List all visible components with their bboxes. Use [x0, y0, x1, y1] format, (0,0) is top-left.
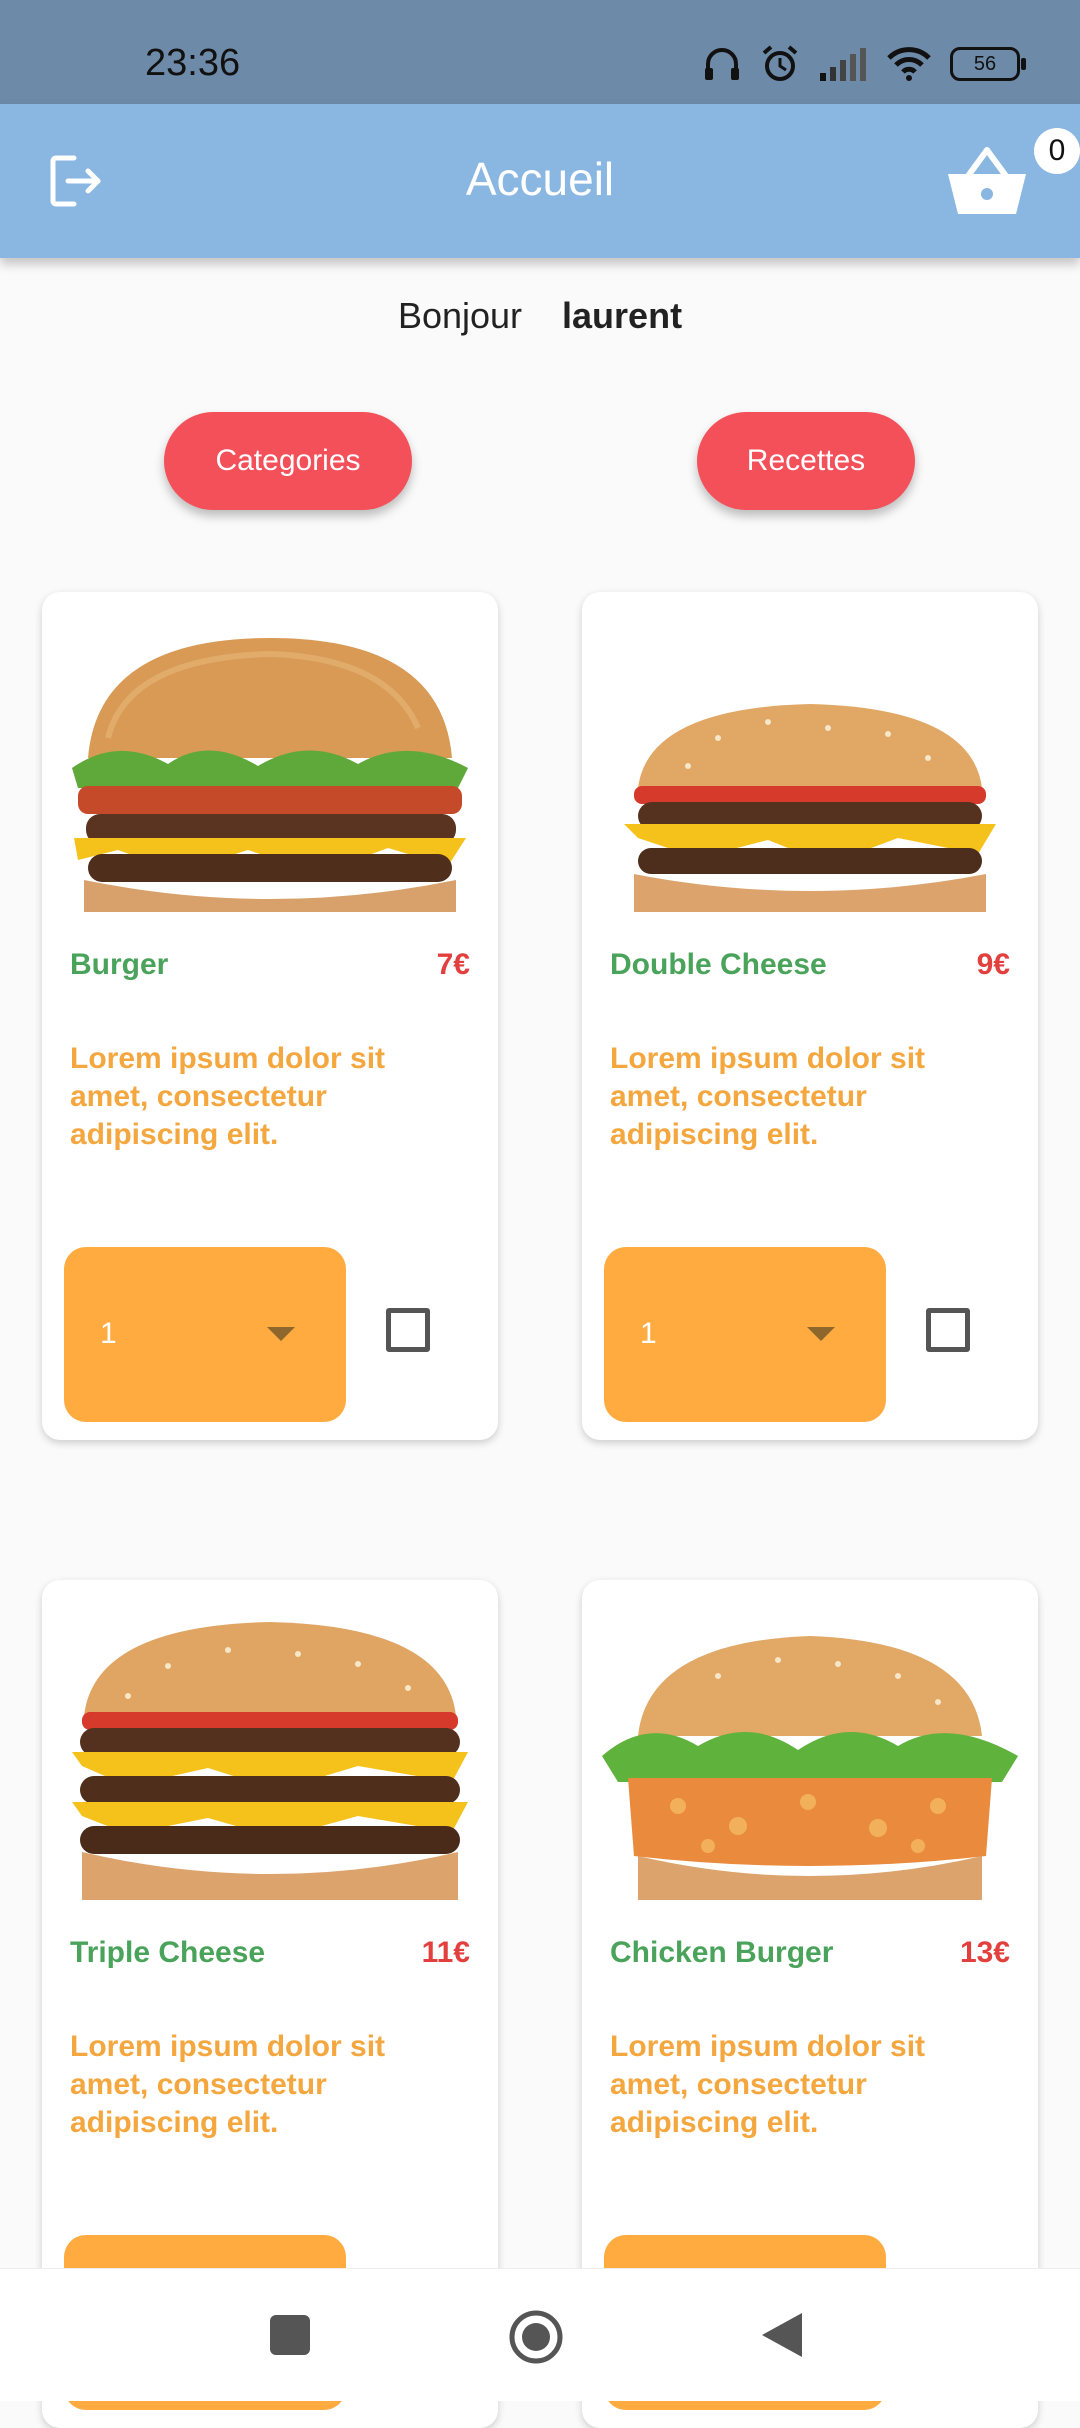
- product-name: Double Cheese: [610, 948, 827, 981]
- product-description: Lorem ipsum dolor sit amet, consectetur …: [610, 1042, 926, 1151]
- chicken-burger-image: [602, 1636, 1018, 1900]
- status-time: 23:36: [145, 42, 241, 84]
- product-price: 9€: [976, 948, 1010, 981]
- quantity-dropdown[interactable]: 1: [64, 1247, 346, 1422]
- status-bar: 23:36 56: [0, 0, 1080, 104]
- add-to-cart-checkbox[interactable]: [926, 1308, 970, 1352]
- product-description: Lorem ipsum dolor sit amet, consectetur …: [610, 2030, 926, 2139]
- basket-icon[interactable]: [946, 144, 1028, 218]
- product-name: Burger: [70, 948, 169, 981]
- product-card: Burger 7€ Lorem ipsum dolor sit amet, co…: [42, 592, 498, 1440]
- greeting: Bonjour laurent: [0, 295, 1080, 337]
- greeting-hello: Bonjour: [397, 295, 523, 336]
- product-name: Chicken Burger: [610, 1936, 834, 1969]
- recents-button[interactable]: [270, 2315, 310, 2355]
- quantity-dropdown[interactable]: 1: [604, 1247, 886, 1422]
- alarm-icon: [762, 45, 798, 81]
- product-description: Lorem ipsum dolor sit amet, consectetur …: [70, 1042, 386, 1151]
- battery-indicator: 56: [950, 47, 1026, 81]
- greeting-username: laurent: [562, 295, 683, 336]
- signal-icon: [820, 48, 866, 81]
- triple-cheese-burger-image: [72, 1622, 468, 1900]
- page-title: Accueil: [465, 153, 615, 205]
- app-bar: Accueil: [0, 104, 1080, 258]
- product-price: 11€: [421, 1936, 470, 1969]
- chevron-down-icon: [267, 1327, 295, 1341]
- quantity-value: 1: [100, 1317, 117, 1350]
- recipes-button[interactable]: Recettes: [697, 412, 915, 510]
- headphones-icon: [705, 48, 739, 80]
- wifi-icon: [887, 47, 931, 81]
- product-price: 13€: [959, 1936, 1010, 1969]
- add-to-cart-checkbox[interactable]: [386, 1308, 430, 1352]
- product-description: Lorem ipsum dolor sit amet, consectetur …: [70, 2030, 386, 2139]
- quantity-value: 1: [640, 1317, 657, 1350]
- status-icons: 56: [702, 44, 1026, 84]
- double-cheese-burger-image: [624, 704, 996, 912]
- back-button[interactable]: [762, 2313, 802, 2357]
- product-price: 7€: [436, 948, 470, 981]
- system-nav-bar: [0, 2268, 1080, 2401]
- cart-count-badge: 0: [1034, 128, 1080, 174]
- product-name: Triple Cheese: [70, 1936, 266, 1969]
- categories-button[interactable]: Categories: [164, 412, 412, 510]
- home-button[interactable]: [508, 2309, 564, 2365]
- bacon-burger-image: [72, 638, 468, 912]
- chevron-down-icon: [807, 1327, 835, 1341]
- product-card: Double Cheese 9€ Lorem ipsum dolor sit a…: [582, 592, 1038, 1440]
